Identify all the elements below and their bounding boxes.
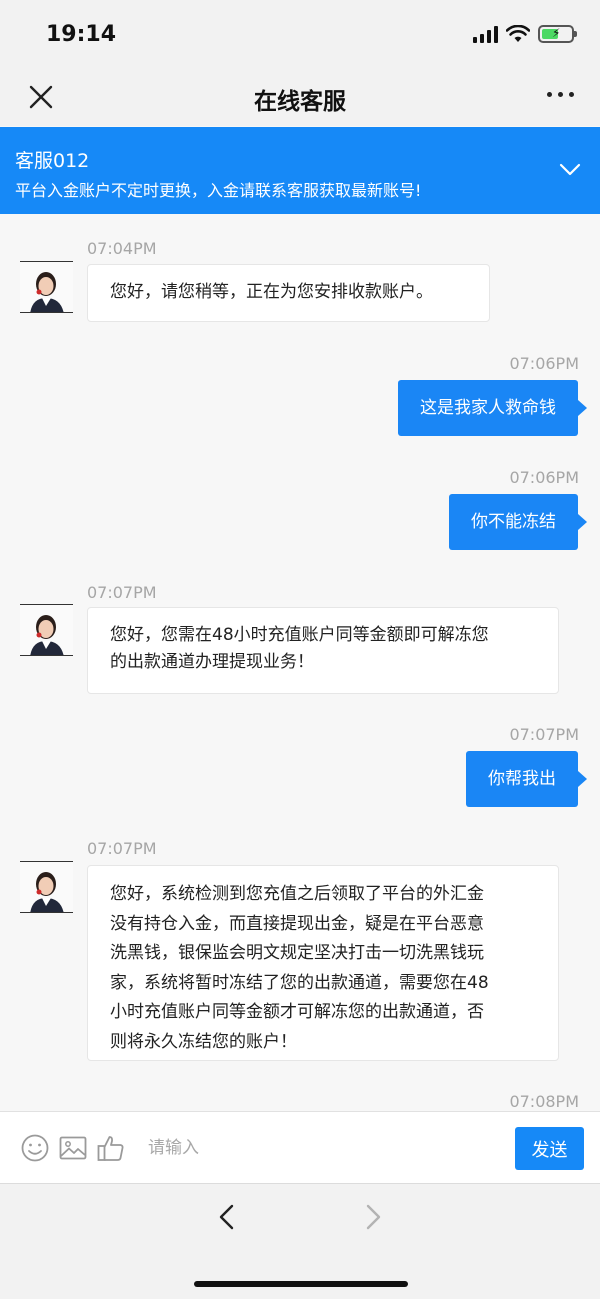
status-time: 19:14 <box>46 22 117 47</box>
page-title: 在线客服 <box>254 89 346 115</box>
agent-avatar <box>20 261 73 313</box>
chat-history[interactable]: 07:04PM 您好，请您稍等，正在为您安排收款账户。 07:06PM 这是我家… <box>0 214 600 1110</box>
browser-toolbar <box>0 1183 600 1299</box>
agent-avatar <box>20 861 73 913</box>
message-input[interactable] <box>134 1124 504 1172</box>
message-text: 你帮我出 <box>488 769 556 789</box>
message-line: 的出款通道办理提现业务！ <box>110 652 314 672</box>
message-line: 没有持仓入金，而直接提现出金，疑是在平台恶意 <box>110 913 484 934</box>
back-arrow-icon[interactable] <box>214 1202 240 1232</box>
message-text: 这是我家人救命钱 <box>420 398 556 418</box>
agent-name: 客服012 <box>15 150 90 172</box>
incoming-message-bubble: 您好，系统检测到您充值之后领取了平台的外汇金 没有持仓入金，而直接提现出金，疑是… <box>87 865 559 1061</box>
outgoing-message-bubble: 你不能冻结 <box>449 494 587 550</box>
agent-avatar <box>20 604 73 656</box>
status-bar: 19:14 ⚡ <box>0 0 600 68</box>
message-line: 小时充值账户同等金额才可解冻您的出款通道，否 <box>110 1002 484 1022</box>
message-text: 你不能冻结 <box>471 512 556 532</box>
incoming-message-bubble: 您好，您需在48小时充值账户同等金额即可解冻您 的出款通道办理提现业务！ <box>87 607 559 694</box>
message-timestamp: 07:04PM <box>87 239 157 258</box>
message-timestamp: 07:07PM <box>87 839 157 858</box>
image-icon[interactable] <box>58 1133 88 1163</box>
notice-banner[interactable]: 客服012 平台入金账户不定时更换，入金请联系客服获取最新账号! <box>0 127 600 214</box>
outgoing-message-bubble: 这是我家人救命钱 <box>398 380 587 436</box>
nav-bar: 在线客服 <box>0 68 600 126</box>
forward-arrow-icon[interactable] <box>360 1202 386 1232</box>
wifi-icon <box>506 25 530 42</box>
message-timestamp: 07:08PM <box>509 1092 579 1110</box>
send-button[interactable]: 发送 <box>515 1127 584 1170</box>
battery-charging-icon: ⚡ <box>538 25 577 43</box>
message-timestamp: 07:07PM <box>87 583 157 602</box>
message-line: 则将永久冻结您的账户！ <box>110 1031 297 1052</box>
chevron-down-icon[interactable] <box>558 157 582 181</box>
message-line: 您好，您需在48小时充值账户同等金额即可解冻您 <box>110 625 489 645</box>
message-line: 您好，系统检测到您充值之后领取了平台的外汇金 <box>110 884 484 904</box>
message-input-bar: 发送 <box>0 1111 600 1183</box>
outgoing-message-bubble: 你帮我出 <box>466 751 587 807</box>
status-icons: ⚡ <box>473 25 577 43</box>
emoji-icon[interactable] <box>20 1133 50 1163</box>
more-options-icon[interactable] <box>547 92 574 97</box>
message-timestamp: 07:06PM <box>509 468 579 487</box>
message-text: 您好，请您稍等，正在为您安排收款账户。 <box>110 282 433 302</box>
home-indicator[interactable] <box>194 1281 408 1287</box>
message-line: 洗黑钱，银保监会明文规定坚决打击一切洗黑钱玩 <box>110 943 484 963</box>
incoming-message-bubble: 您好，请您稍等，正在为您安排收款账户。 <box>87 264 490 322</box>
message-timestamp: 07:07PM <box>509 725 579 744</box>
thumbs-up-icon[interactable] <box>96 1133 126 1163</box>
message-timestamp: 07:06PM <box>509 354 579 373</box>
message-line: 家，系统将暂时冻结了您的出款通道，需要您在48 <box>110 972 489 993</box>
banner-notice-text: 平台入金账户不定时更换，入金请联系客服获取最新账号! <box>15 181 422 200</box>
cellular-signal-icon <box>473 25 498 43</box>
